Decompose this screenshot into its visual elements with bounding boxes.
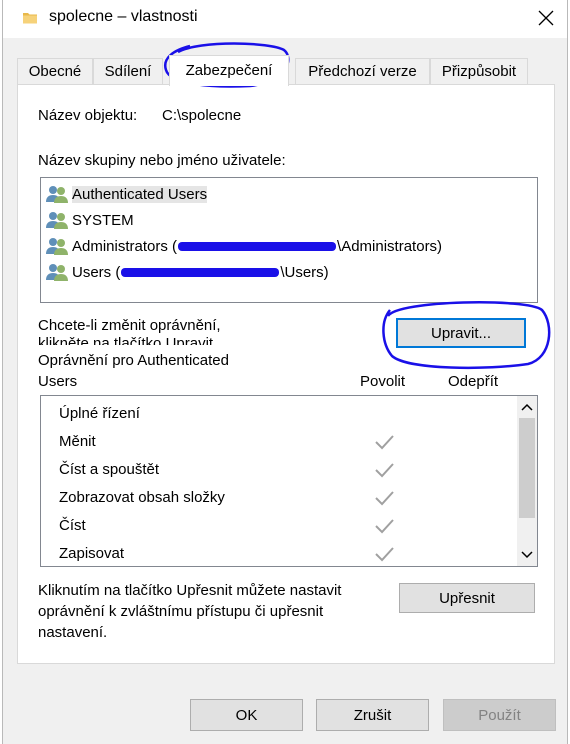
groups-label: Název skupiny nebo jméno uživatele: [38,152,286,169]
check-icon [375,435,394,450]
list-item-label: Users ( [72,263,121,281]
user-group-icon [46,264,68,281]
user-group-icon [46,212,68,229]
check-icon [375,463,394,478]
security-panel: Název objektu: C:\spolecne Název skupiny… [17,84,555,664]
permission-row: Zobrazovat obsah složky [59,486,519,510]
tab-sharing[interactable]: Sdílení [93,58,163,85]
allow-column-header: Povolit [360,373,406,390]
scroll-down-arrow-icon[interactable] [520,548,534,562]
redaction-scribble [178,241,337,251]
window-title: spolecne – vlastnosti [49,8,198,25]
cancel-button[interactable]: Zrušit [316,699,429,731]
close-icon [538,10,554,26]
permission-row: Číst a spouštět [59,458,519,482]
permissions-scrollbar[interactable] [517,396,537,566]
permission-name: Zobrazovat obsah složky [59,489,225,506]
permission-row: Zapisovat [59,542,519,566]
list-item-system[interactable]: SYSTEM [45,208,533,232]
close-button[interactable] [529,2,563,34]
object-name-label: Název objektu: [38,107,138,124]
properties-window: spolecne – vlastnosti Obecné Sdílení Zab… [2,0,568,744]
list-item-label: SYSTEM [72,211,134,229]
permission-name: Úplné řízení [59,405,140,422]
check-icon [375,491,394,506]
advanced-hint-line2: oprávnění k zvláštnímu přístupu či upřes… [38,603,324,620]
list-item-label: Administrators ( [72,237,178,255]
redaction-scribble [121,267,280,277]
check-icon [375,547,394,562]
advanced-hint-line3: nastavení. [38,624,108,641]
apply-button[interactable]: Použít [443,699,556,731]
list-item-label: Authenticated Users [72,185,208,203]
user-group-icon [46,186,68,203]
check-icon [375,519,394,534]
list-item-users[interactable]: Users ( \Users) [45,260,533,284]
scroll-up-arrow-icon[interactable] [520,400,534,414]
ok-button[interactable]: OK [190,699,303,731]
title-bar: spolecne – vlastnosti [3,0,567,38]
advanced-button[interactable]: Upřesnit [399,583,535,613]
list-item-authenticated-users[interactable]: Authenticated Users [45,182,533,206]
permissions-list[interactable]: Úplné řízení Měnit Číst a spouštět Zobra… [40,395,538,567]
scrollbar-thumb[interactable] [519,418,535,518]
change-hint-line2: klikněte na tlačítko Upravit. [38,335,218,345]
permission-row: Číst [59,514,519,538]
tab-security[interactable]: Zabezpečení [169,55,289,86]
tab-customize[interactable]: Přizpůsobit [430,58,528,85]
edit-button[interactable]: Upravit... [396,318,526,348]
permission-name: Číst [59,517,86,534]
deny-column-header: Odepřít [448,373,499,390]
tab-general[interactable]: Obecné [17,58,93,85]
change-hint-line1: Chcete-li změnit oprávnění, [38,317,221,334]
object-name-value: C:\spolecne [162,107,242,124]
list-item-suffix: \Administrators) [337,237,443,255]
list-item-suffix: \Users) [280,263,329,281]
advanced-hint-line1: Kliknutím na tlačítko Upřesnit můžete na… [38,582,342,599]
folder-icon [23,13,37,24]
permission-name: Zapisovat [59,545,125,562]
permission-row: Měnit [59,430,519,454]
tab-previous-versions[interactable]: Předchozí verze [295,58,430,85]
permissions-title-line2: Users [38,373,78,390]
permission-name: Číst a spouštět [59,461,160,478]
list-item-administrators[interactable]: Administrators ( \Administrators) [45,234,533,258]
permission-name: Měnit [59,433,96,450]
user-group-icon [46,238,68,255]
permissions-title-line1: Oprávnění pro Authenticated [38,352,229,369]
groups-listbox[interactable]: Authenticated Users SYSTEM Administrator… [40,177,538,303]
permission-row: Úplné řízení [59,402,519,426]
